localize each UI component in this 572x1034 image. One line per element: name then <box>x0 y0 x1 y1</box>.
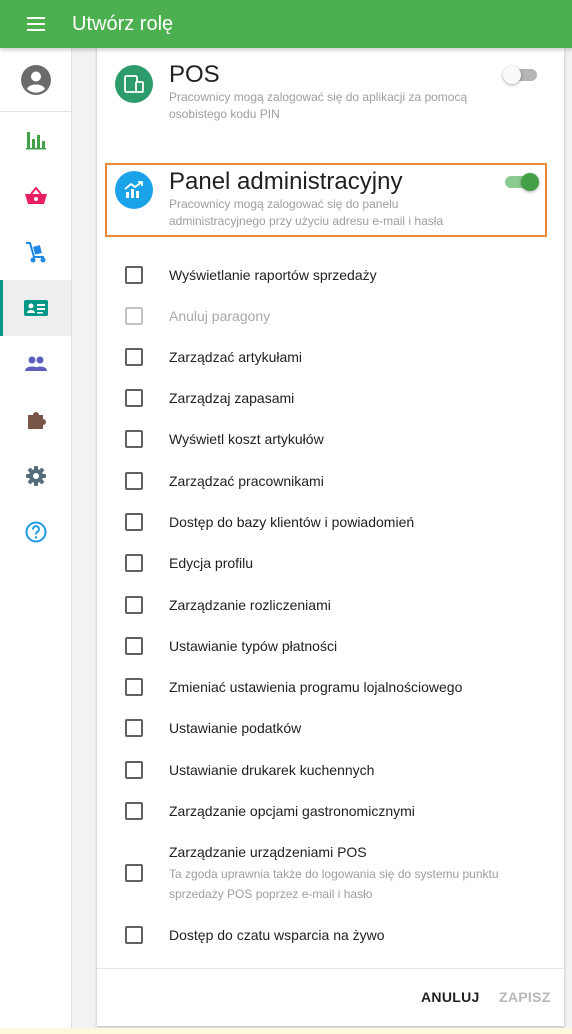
puzzle-icon <box>27 412 46 429</box>
permission-checkbox[interactable] <box>125 430 143 448</box>
permission-row[interactable]: Zarządzanie rozliczeniami <box>97 592 564 618</box>
account-circle-icon <box>20 64 51 95</box>
permission-checkbox[interactable] <box>125 719 143 737</box>
permission-row[interactable]: Zarządzać pracownikami <box>97 468 564 494</box>
permission-checkbox[interactable] <box>125 864 143 882</box>
permission-label: Zarządzanie urządzeniami POS <box>169 844 367 860</box>
permission-label: Zarządzanie rozliczeniami <box>169 597 331 613</box>
permission-checkbox[interactable] <box>125 554 143 572</box>
permission-label: Wyświetl koszt artykułów <box>169 431 324 447</box>
hand-truck-icon <box>25 242 45 263</box>
permission-label: Ustawianie typów płatności <box>169 638 338 654</box>
permission-checkbox[interactable] <box>125 389 143 407</box>
permission-row[interactable]: Ustawianie typów płatności <box>97 633 564 659</box>
bottom-strip <box>0 1028 572 1034</box>
permission-label: Edycja profilu <box>169 555 254 571</box>
permission-checkbox[interactable] <box>125 802 143 820</box>
form-actions: ANULUJ ZAPISZ <box>97 968 564 1026</box>
permission-row[interactable]: Zarządzaj zapasami <box>97 385 564 411</box>
permission-checkbox[interactable] <box>125 678 143 696</box>
permission-row[interactable]: Zarządzać artykułami <box>97 344 564 370</box>
permission-row[interactable]: Wyświetlanie raportów sprzedaży <box>97 262 564 288</box>
pos-title: POS <box>169 61 220 88</box>
sidebar <box>0 48 72 1034</box>
page-title: Utwórz rolę <box>72 12 174 35</box>
permission-checkbox[interactable] <box>125 472 143 490</box>
devices-icon <box>124 75 144 93</box>
permission-label: Dostęp do czatu wsparcia na żywo <box>169 927 385 943</box>
permission-checkbox[interactable] <box>125 637 143 655</box>
permission-label: Zarządzać pracownikami <box>169 473 324 489</box>
permission-row[interactable]: Dostęp do czatu wsparcia na żywo <box>97 924 564 950</box>
permission-label: Zarządzaj zapasami <box>169 390 295 406</box>
permission-checkbox[interactable] <box>125 926 143 944</box>
permission-label: Ustawianie drukarek kuchennych <box>169 762 375 778</box>
permission-label: Anuluj paragony <box>169 308 271 324</box>
gear-icon <box>25 466 46 486</box>
permission-label: Wyświetlanie raportów sprzedaży <box>169 267 377 283</box>
pos-description: Pracownicy mogą zalogować się do aplikac… <box>169 90 468 121</box>
permission-row[interactable]: Zmieniać ustawienia programu lojalnościo… <box>97 674 564 700</box>
permission-row[interactable]: Wyświetl koszt artykułów <box>97 426 564 452</box>
permission-row[interactable]: Dostęp do bazy klientów i powiadomień <box>97 509 564 535</box>
sidebar-item-help[interactable] <box>0 504 71 560</box>
basket-icon <box>24 186 47 204</box>
sidebar-item-employees[interactable] <box>0 280 71 336</box>
trending-chart-icon <box>124 181 143 198</box>
help-circle-icon <box>25 521 46 543</box>
sidebar-avatar[interactable] <box>0 48 71 112</box>
permission-row[interactable]: Zarządzanie opcjami gastronomicznymi <box>97 798 564 824</box>
permission-row: Anuluj paragony <box>97 303 564 329</box>
bar-chart-icon <box>25 132 46 150</box>
permission-checkbox[interactable] <box>125 761 143 779</box>
permission-row[interactable]: Ustawianie podatków <box>97 715 564 741</box>
permission-row[interactable]: Edycja profilu <box>97 550 564 576</box>
permission-checkbox <box>125 307 143 325</box>
save-button[interactable]: ZAPISZ <box>499 989 551 1005</box>
admin-title: Panel administracyjny <box>169 168 403 195</box>
sidebar-item-customers[interactable] <box>0 336 71 392</box>
sidebar-item-items[interactable] <box>0 168 71 224</box>
sidebar-item-settings[interactable] <box>0 448 71 504</box>
permission-label: Dostęp do bazy klientów i powiadomień <box>169 514 415 530</box>
admin-toggle[interactable] <box>503 172 539 192</box>
sidebar-item-reports[interactable] <box>0 112 71 168</box>
app-bar: Utwórz rolę <box>0 0 572 48</box>
sidebar-item-inventory[interactable] <box>0 224 71 280</box>
menu-icon <box>27 17 45 31</box>
admin-description: Pracownicy mogą zalogować się do panelu … <box>169 197 444 228</box>
pos-toggle[interactable] <box>503 65 539 85</box>
permission-label: Zarządzać artykułami <box>169 349 303 365</box>
admin-section: Panel administracyjny Pracownicy mogą za… <box>97 164 564 238</box>
permission-checkbox[interactable] <box>125 348 143 366</box>
permission-row[interactable]: Ustawianie drukarek kuchennych <box>97 757 564 783</box>
permission-checkbox[interactable] <box>125 596 143 614</box>
cancel-button[interactable]: ANULUJ <box>421 989 480 1005</box>
permission-description: Ta zgoda uprawnia także do logowania się… <box>169 867 499 901</box>
permission-label: Zmieniać ustawienia programu lojalnościo… <box>169 679 463 695</box>
people-icon <box>24 356 47 371</box>
permission-label: Zarządzanie opcjami gastronomicznymi <box>169 803 415 819</box>
pos-section-icon <box>115 65 153 103</box>
permission-checkbox[interactable] <box>125 513 143 531</box>
menu-button[interactable] <box>0 0 72 48</box>
role-form-card: POS Pracownicy mogą zalogować się do apl… <box>97 48 564 1026</box>
id-card-icon <box>23 300 48 316</box>
permission-label: Ustawianie podatków <box>169 720 302 736</box>
permission-row[interactable]: Zarządzanie urządzeniami POS Ta zgoda up… <box>97 840 564 906</box>
permission-checkbox[interactable] <box>125 266 143 284</box>
admin-section-icon <box>115 171 153 209</box>
pos-section: POS Pracownicy mogą zalogować się do apl… <box>97 48 564 148</box>
sidebar-item-integrations[interactable] <box>0 392 71 448</box>
